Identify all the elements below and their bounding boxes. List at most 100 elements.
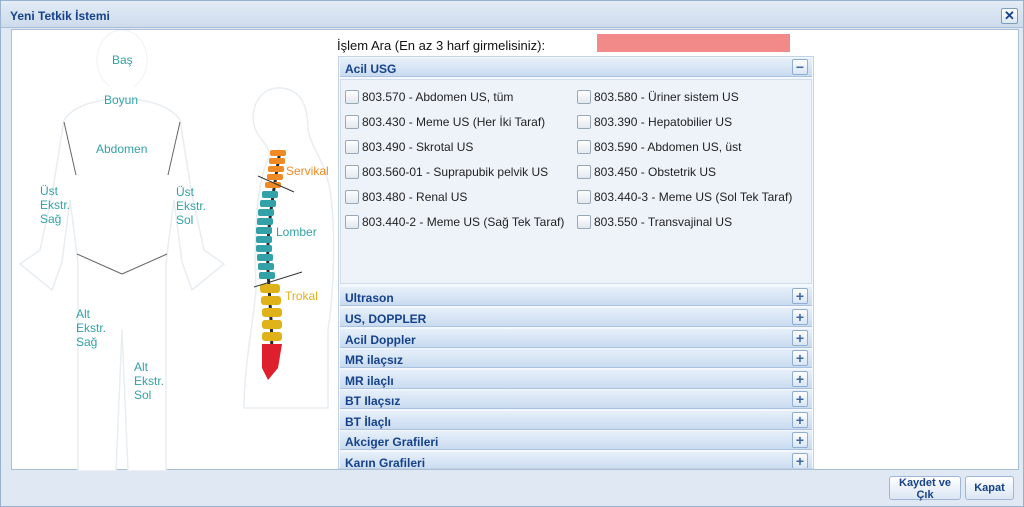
region-alt-ekstr-sol[interactable]: Alt Ekstr. Sol — [134, 360, 164, 402]
procedure-label: 803.490 - Skrotal US — [362, 139, 474, 154]
expand-icon[interactable]: + — [792, 309, 808, 325]
procedure-label: 803.440-3 - Meme US (Sol Tek Taraf) — [594, 189, 793, 204]
accordion-body-acil-usg: 803.570 - Abdomen US, tüm 803.430 - Meme… — [340, 79, 812, 284]
procedure-label: 803.440-2 - Meme US (Sağ Tek Taraf) — [362, 214, 565, 229]
dialog-body: Baş Boyun Abdomen Üst Ekstr. Sağ Üst Eks… — [11, 29, 1019, 471]
procedure-checkbox-item[interactable]: 803.450 - Obstetrik US — [577, 164, 716, 182]
procedure-checkbox-item[interactable]: 803.430 - Meme US (Her İki Taraf) — [345, 114, 545, 132]
close-icon[interactable]: ✕ — [1001, 8, 1018, 24]
region-alt-ekstr-sag-line1: Alt — [76, 307, 91, 321]
region-abdomen[interactable]: Abdomen — [96, 142, 147, 156]
accordion-header-label: US, DOPPLER — [345, 312, 427, 326]
checkbox[interactable] — [577, 89, 591, 104]
procedure-label: 803.480 - Renal US — [362, 189, 468, 204]
region-ust-ekstr-sag[interactable]: Üst Ekstr. Sağ — [40, 184, 70, 226]
procedure-checkbox-item[interactable]: 803.480 - Renal US — [345, 189, 467, 207]
procedure-label: 803.590 - Abdomen US, üst — [594, 139, 742, 154]
procedure-label: 803.570 - Abdomen US, tüm — [362, 89, 514, 104]
checkbox[interactable] — [577, 114, 591, 129]
procedure-label: 803.580 - Üriner sistem US — [594, 89, 739, 104]
spine-label-lomber[interactable]: Lomber — [276, 225, 317, 239]
expand-icon[interactable]: + — [792, 412, 808, 428]
search-input[interactable] — [597, 34, 790, 52]
accordion-header-bt-ilacsiz[interactable]: BT Ilaçsız + — [340, 390, 812, 409]
region-alt-ekstr-sag-line3: Sağ — [76, 335, 98, 349]
expand-icon[interactable]: + — [792, 350, 808, 366]
checkbox[interactable] — [577, 214, 591, 229]
collapse-icon[interactable]: − — [792, 59, 808, 75]
accordion-header-mr-ilacsiz[interactable]: MR ilaçsız + — [340, 349, 812, 368]
procedure-checkbox-item[interactable]: 803.490 - Skrotal US — [345, 139, 473, 157]
accordion-header-label: Akciger Grafileri — [345, 435, 439, 449]
accordion-header-label: MR ilaçlı — [345, 374, 394, 388]
anatomy-figure — [18, 30, 335, 471]
region-alt-ekstr-sol-line2: Ekstr. — [134, 374, 165, 388]
accordion-header-acil-usg[interactable]: Acil USG − — [340, 58, 812, 77]
procedure-checkbox-item[interactable]: 803.590 - Abdomen US, üst — [577, 139, 741, 157]
accordion-header-bt-ilacli[interactable]: BT İlaçlı + — [340, 411, 812, 430]
checkbox[interactable] — [345, 114, 359, 129]
procedure-label: 803.390 - Hepatobilier US — [594, 114, 733, 129]
checkbox[interactable] — [577, 139, 591, 154]
accordion-header-akciger-grafileri[interactable]: Akciger Grafileri + — [340, 431, 812, 450]
spine-label-trokal[interactable]: Trokal — [285, 289, 318, 303]
accordion-header-acil-doppler[interactable]: Acil Doppler + — [340, 329, 812, 348]
accordion-header-mr-ilacli[interactable]: MR ilaçlı + — [340, 370, 812, 389]
procedure-checkbox-item[interactable]: 803.440-3 - Meme US (Sol Tek Taraf) — [577, 189, 792, 207]
procedure-label: 803.560-01 - Suprapubik pelvik US — [362, 164, 549, 179]
region-alt-ekstr-sag-line2: Ekstr. — [76, 321, 107, 335]
checkbox[interactable] — [345, 164, 359, 179]
accordion-header-label: Karın Grafileri — [345, 456, 426, 469]
accordion-header-karin-grafileri[interactable]: Karın Grafileri + — [340, 452, 812, 469]
accordion-header-label: MR ilaçsız — [345, 353, 404, 367]
region-alt-ekstr-sol-line1: Alt — [134, 360, 149, 374]
region-alt-ekstr-sol-line3: Sol — [134, 388, 152, 402]
procedure-checkbox-item[interactable]: 803.570 - Abdomen US, tüm — [345, 89, 513, 107]
region-ust-ekstr-sol[interactable]: Üst Ekstr. Sol — [176, 185, 206, 227]
expand-icon[interactable]: + — [792, 288, 808, 304]
checkbox[interactable] — [345, 89, 359, 104]
procedure-label: 803.430 - Meme US (Her İki Taraf) — [362, 114, 546, 129]
expand-icon[interactable]: + — [792, 371, 808, 387]
region-ust-ekstr-sol-line3: Sol — [176, 213, 194, 227]
procedure-checkbox-item[interactable]: 803.390 - Hepatobilier US — [577, 114, 732, 132]
region-alt-ekstr-sag[interactable]: Alt Ekstr. Sağ — [76, 307, 106, 349]
accordion-header-label: Acil USG — [345, 62, 397, 76]
expand-icon[interactable]: + — [792, 330, 808, 346]
checkbox[interactable] — [345, 214, 359, 229]
procedure-checkbox-item[interactable]: 803.440-2 - Meme US (Sağ Tek Taraf) — [345, 214, 564, 232]
expand-icon[interactable]: + — [792, 453, 808, 468]
accordion-header-label: BT İlaçlı — [345, 415, 392, 429]
accordion-header-us-doppler[interactable]: US, DOPPLER + — [340, 308, 812, 327]
checkbox[interactable] — [577, 189, 591, 204]
region-ust-ekstr-sag-line2: Ekstr. — [40, 198, 71, 212]
region-ust-ekstr-sol-line2: Ekstr. — [176, 199, 207, 213]
checkbox[interactable] — [577, 164, 591, 179]
accordion-header-label: Ultrason — [345, 291, 394, 305]
region-ust-ekstr-sol-line1: Üst — [176, 185, 194, 199]
region-boyun[interactable]: Boyun — [104, 93, 138, 107]
checkbox[interactable] — [345, 189, 359, 204]
checkbox[interactable] — [345, 139, 359, 154]
close-button[interactable]: Kapat — [965, 476, 1014, 500]
spine-label-servikal[interactable]: Servikal — [286, 164, 329, 178]
region-ust-ekstr-sag-line3: Sağ — [40, 212, 62, 226]
region-bas[interactable]: Baş — [112, 53, 133, 67]
accordion-header-ultrason[interactable]: Ultrason + — [340, 287, 812, 306]
window-title: Yeni Tetkik İstemi — [10, 9, 110, 23]
expand-icon[interactable]: + — [792, 432, 808, 448]
procedure-label: 803.550 - Transvajinal US — [594, 214, 733, 229]
save-and-exit-button[interactable]: Kaydet ve Çık — [889, 476, 961, 501]
procedure-checkbox-item[interactable]: 803.560-01 - Suprapubik pelvik US — [345, 164, 548, 182]
expand-icon[interactable]: + — [792, 391, 808, 407]
procedure-checkbox-item[interactable]: 803.550 - Transvajinal US — [577, 214, 732, 232]
procedure-checkbox-item[interactable]: 803.580 - Üriner sistem US — [577, 89, 739, 107]
anatomy-selector: Baş Boyun Abdomen Üst Ekstr. Sağ Üst Eks… — [12, 30, 342, 471]
test-request-dialog: Yeni Tetkik İstemi ✕ Baş Boyun Abdomen Ü… — [0, 0, 1024, 507]
search-label: İşlem Ara (En az 3 harf girmelisiniz): — [337, 38, 546, 53]
accordion-header-label: BT Ilaçsız — [345, 394, 401, 408]
procedure-accordion: Acil USG − 803.570 - Abdomen US, tüm 803… — [338, 56, 814, 469]
region-ust-ekstr-sag-line1: Üst — [40, 184, 58, 198]
title-bar[interactable]: Yeni Tetkik İstemi ✕ — [1, 1, 1023, 28]
accordion-header-label: Acil Doppler — [345, 333, 416, 347]
